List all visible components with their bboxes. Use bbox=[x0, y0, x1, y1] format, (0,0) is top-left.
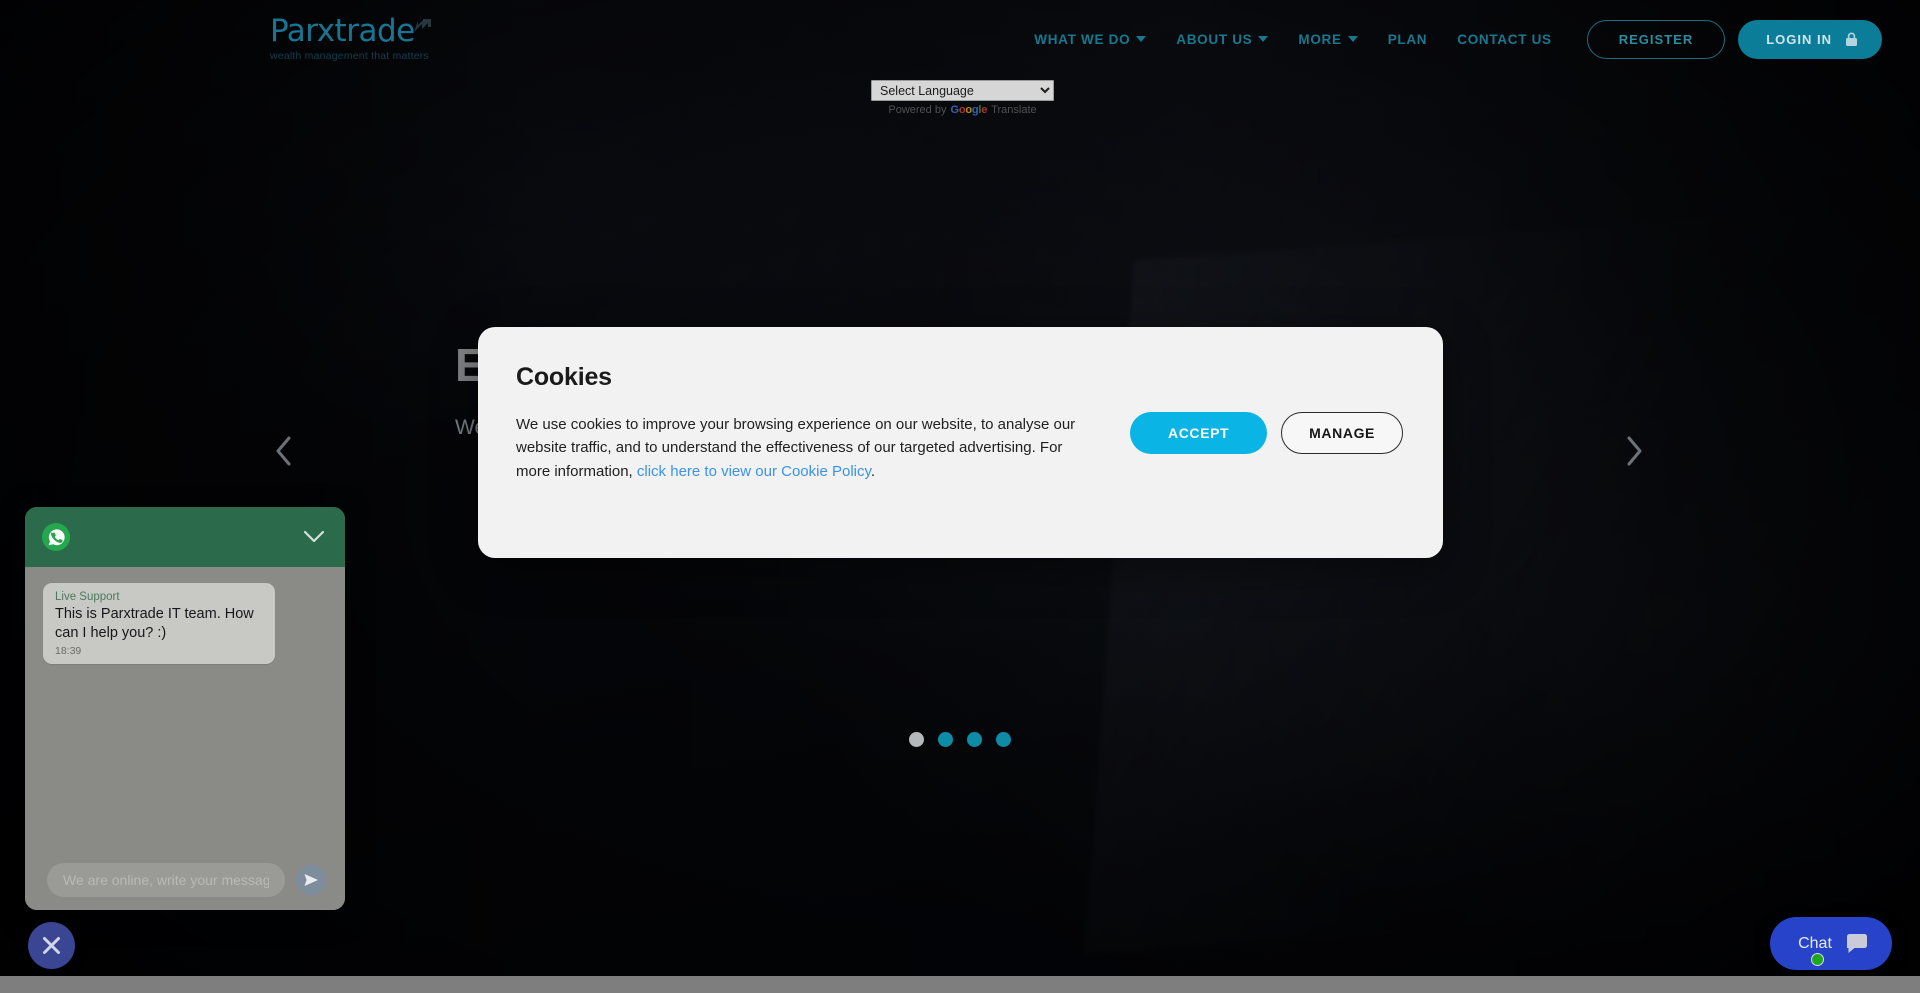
cookie-modal-text-column: Cookies We use cookies to improve your b… bbox=[516, 363, 1096, 483]
cookie-modal-actions: ACCEPT MANAGE bbox=[1130, 363, 1403, 454]
cookie-body-text-end: . bbox=[870, 462, 876, 480]
manage-cookies-button[interactable]: MANAGE bbox=[1281, 412, 1403, 454]
cookie-modal-overlay: Cookies We use cookies to improve your b… bbox=[0, 0, 1920, 993]
horizontal-scrollbar[interactable] bbox=[0, 976, 1920, 993]
accept-cookies-button[interactable]: ACCEPT bbox=[1130, 412, 1268, 454]
cookie-modal-body: We use cookies to improve your browsing … bbox=[516, 413, 1096, 483]
page-root: Parxtrade wealth management that matters… bbox=[0, 0, 1920, 993]
cookie-consent-dialog: Cookies We use cookies to improve your b… bbox=[478, 327, 1443, 558]
cookie-modal-title: Cookies bbox=[516, 363, 612, 391]
cookie-policy-link[interactable]: click here to view our Cookie Policy bbox=[637, 463, 871, 480]
